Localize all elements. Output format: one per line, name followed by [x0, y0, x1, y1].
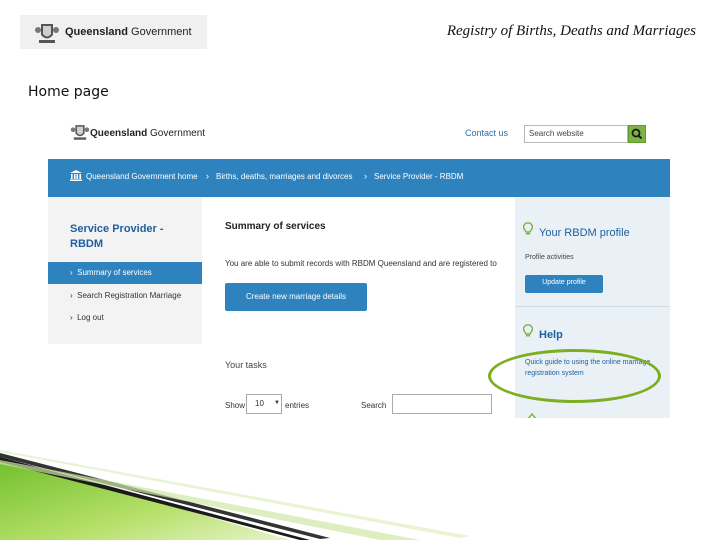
intro-text: You are able to submit records with RBDM…: [225, 259, 497, 268]
slide-logo: Queensland Government: [20, 15, 207, 49]
sidebar-item-log-out[interactable]: › Log out: [70, 313, 104, 322]
help-title: Help: [539, 329, 563, 341]
search-placeholder: Search website: [529, 129, 584, 138]
chevron-right-icon: ›: [364, 171, 367, 181]
coat-of-arms-icon: [70, 125, 90, 140]
sidebar-item-summary[interactable]: › Summary of services: [48, 262, 202, 284]
show-label: Show: [225, 401, 246, 410]
caret-down-icon: ▼: [274, 400, 280, 406]
site-search-button[interactable]: [628, 125, 646, 143]
create-marriage-button-label: Create new marriage details: [245, 292, 347, 301]
sidebar-item-search-registration[interactable]: › Search Registration Marriage: [70, 291, 181, 300]
partial-icon: [527, 412, 537, 418]
table-search-label: Search: [361, 401, 387, 410]
lightbulb-icon: [523, 324, 533, 337]
breadcrumb-item-service-provider[interactable]: Service Provider - RBDM: [374, 172, 463, 181]
update-profile-button-label: Update profile: [542, 279, 586, 286]
sidebar-item-label: › Summary of services: [70, 268, 152, 277]
entries-select[interactable]: 10 ▼: [246, 394, 282, 414]
contact-us-link[interactable]: Contact us: [465, 128, 508, 138]
decorative-swoosh: [0, 450, 470, 540]
site-search-input[interactable]: Search website: [524, 125, 628, 143]
panel-divider: [515, 306, 670, 307]
coat-of-arms-icon: [35, 24, 59, 43]
entries-label: entries: [285, 401, 310, 410]
update-profile-button[interactable]: Update profile: [525, 275, 603, 293]
create-marriage-button[interactable]: Create new marriage details: [225, 283, 367, 311]
highlight-ellipse: [488, 349, 661, 403]
search-icon: [631, 128, 643, 140]
chevron-right-icon: ›: [206, 171, 209, 181]
slide-title: Registry of Births, Deaths and Marriages: [446, 23, 696, 39]
sidebar-title: Service Provider - RBDM: [70, 223, 164, 250]
table-search-input[interactable]: [392, 394, 492, 414]
breadcrumb-item-births-deaths[interactable]: Births, deaths, marriages and divorces: [216, 172, 353, 181]
government-building-icon: [70, 170, 82, 181]
slide-logo-text: Queensland Government: [65, 26, 192, 38]
slide-subtitle: Home page: [28, 84, 109, 100]
breadcrumb: Queensland Government home › Births, dea…: [48, 159, 670, 197]
page-title: Summary of services: [225, 221, 326, 232]
tasks-heading: Your tasks: [225, 360, 267, 370]
lightbulb-icon: [523, 222, 533, 235]
entries-value: 10: [255, 399, 264, 408]
breadcrumb-item-home[interactable]: Queensland Government home: [86, 172, 198, 181]
site-logo-text[interactable]: Queensland Government: [90, 128, 205, 139]
profile-title: Your RBDM profile: [539, 227, 630, 239]
profile-activities-label: Profile activities: [525, 254, 574, 261]
